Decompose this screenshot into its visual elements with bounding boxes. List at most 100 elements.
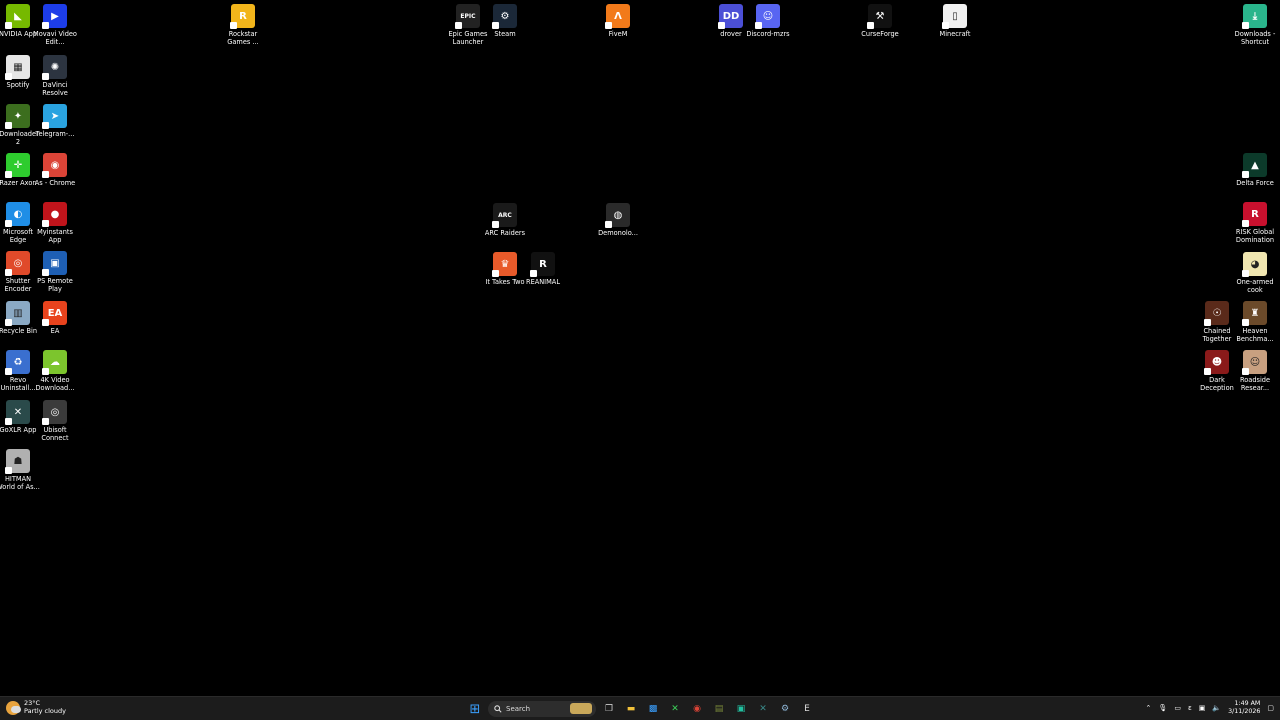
desktop-icon[interactable]: ✺ DaVinci Resolve — [35, 55, 75, 97]
desktop[interactable]: ◣ NVIDIA App ▶ Movavi Video Edit... ▦ Spotify… — [0, 0, 1280, 696]
steam-icon[interactable]: ⚙ — [776, 700, 794, 718]
shortcut-arrow-icon — [42, 319, 49, 326]
shortcut-arrow-icon — [1242, 319, 1249, 326]
desktop-icon[interactable]: ☺ Roadside Resear... — [1235, 350, 1275, 392]
task-view-icon[interactable]: ❐ — [600, 700, 618, 718]
weather-widget[interactable]: 23°C Partly cloudy — [6, 699, 66, 715]
desktop-icon[interactable]: ♜ Heaven Benchma... — [1235, 301, 1275, 343]
search-label: Search — [506, 705, 531, 713]
desktop-icon-label: Demonolo... — [598, 229, 638, 237]
desktop-icon[interactable]: ◎ Ubisoft Connect — [35, 400, 75, 442]
desktop-icon[interactable]: ⚒ CurseForge — [860, 4, 900, 39]
epic-icon[interactable]: E — [798, 700, 816, 718]
app-icon: ☗ — [5, 449, 30, 474]
app-icon: ARC — [492, 203, 517, 228]
weather-condition: Partly cloudy — [24, 706, 66, 715]
chevron-up-icon[interactable]: ⌃ — [1146, 704, 1152, 712]
desktop-icon-label: One-armed cook — [1236, 278, 1274, 294]
app-teal-icon[interactable]: ▣ — [732, 700, 750, 718]
shortcut-arrow-icon — [1242, 270, 1249, 277]
desktop-icon[interactable]: ◕ One-armed cook — [1235, 252, 1275, 294]
desktop-icon[interactable]: ➤ Telegram-... — [35, 104, 75, 139]
shortcut-arrow-icon — [42, 220, 49, 227]
app-icon: ◎ — [5, 251, 30, 276]
shortcut-arrow-icon — [5, 368, 12, 375]
desktop-icon-label: DaVinci Resolve — [42, 81, 68, 97]
desktop-icon[interactable]: ⚙ Steam — [485, 4, 525, 39]
desktop-icon[interactable]: ☗ HITMAN World of As... — [0, 449, 40, 491]
shortcut-arrow-icon — [42, 171, 49, 178]
search-box[interactable]: Search — [488, 701, 596, 717]
shortcut-arrow-icon — [230, 22, 237, 29]
shortcut-arrow-icon — [492, 270, 499, 277]
shortcut-arrow-icon — [5, 122, 12, 129]
shortcut-arrow-icon — [42, 418, 49, 425]
desktop-icon[interactable]: ▶ Movavi Video Edit... — [33, 4, 77, 46]
shortcut-arrow-icon — [492, 221, 499, 228]
desktop-icon[interactable]: ARC ARC Raiders — [485, 203, 525, 238]
app-icon: ▥ — [5, 301, 30, 326]
network-icon[interactable]: ▣ — [1199, 704, 1206, 712]
app-icon: ✦ — [5, 104, 30, 129]
desktop-icon[interactable]: EPIC Epic Games Launcher — [448, 4, 488, 46]
pinned-apps: ❐ ▬ ▩ ✕ ◉ ▤ ▣ ✕ ⚙ E — [600, 700, 816, 718]
desktop-icon-label: HITMAN World of As... — [0, 475, 40, 491]
battery-icon[interactable]: ▭ — [1174, 704, 1181, 712]
desktop-icon[interactable]: ▣ PS Remote Play — [35, 251, 75, 293]
desktop-icon[interactable]: EA EA — [35, 301, 75, 336]
app-icon: R — [230, 4, 255, 29]
app-icon: ⚙ — [492, 4, 517, 29]
desktop-icon[interactable]: R REANIMAL — [523, 252, 563, 287]
desktop-icon-label: Downloads - Shortcut — [1234, 30, 1276, 46]
desktop-icon[interactable]: ♛ It Takes Two — [485, 252, 525, 287]
shortcut-arrow-icon — [755, 22, 762, 29]
desktop-icon[interactable]: ☺ Discord-mzrs — [746, 4, 790, 39]
desktop-icon[interactable]: ◍ Demonolo... — [598, 203, 638, 238]
xbox-app-icon[interactable]: ✕ — [666, 700, 684, 718]
app-icon: ➤ — [42, 104, 67, 129]
chrome-icon[interactable]: ◉ — [688, 700, 706, 718]
app-icon: ⤓ — [1242, 4, 1267, 29]
notification-icon[interactable]: ▢ — [1267, 704, 1274, 712]
desktop-icon-label: As - Chrome — [34, 179, 76, 187]
app-icon: ☺ — [1242, 350, 1267, 375]
file-explorer-icon[interactable]: ▬ — [622, 700, 640, 718]
app-icon: R — [1242, 202, 1267, 227]
clock[interactable]: 1:49 AM 3/11/2026 — [1228, 700, 1260, 715]
app-icon: ✕ — [5, 400, 30, 425]
shortcut-arrow-icon — [455, 22, 462, 29]
desktop-icon[interactable]: ☁ 4K Video Download... — [35, 350, 75, 392]
app-icon: DD — [718, 4, 743, 29]
desktop-icon[interactable]: ◉ As - Chrome — [35, 153, 75, 188]
desktop-icon-label: Delta Force — [1236, 179, 1274, 187]
desktop-icon[interactable]: ● Myinstants App — [35, 202, 75, 244]
app-icon: ◣ — [5, 4, 30, 29]
shortcut-arrow-icon — [5, 171, 12, 178]
app-icon: ▶ — [42, 4, 67, 29]
desktop-icon[interactable]: ▯ Minecraft — [935, 4, 975, 39]
desktop-icon[interactable]: ☻ Dark Deception — [1197, 350, 1237, 392]
desktop-icon[interactable]: R RISK Global Domination — [1235, 202, 1275, 244]
shortcut-arrow-icon — [5, 73, 12, 80]
goxlr-icon[interactable]: ✕ — [754, 700, 772, 718]
app-icon: ◍ — [605, 203, 630, 228]
desktop-icon-label: Myinstants App — [37, 228, 73, 244]
desktop-icon[interactable]: ▲ Delta Force — [1235, 153, 1275, 188]
desktop-icon[interactable]: Λ FiveM — [598, 4, 638, 39]
desktop-icon[interactable]: ⤓ Downloads - Shortcut — [1235, 4, 1275, 46]
clock-time: 1:49 AM — [1234, 700, 1261, 707]
microphone-icon[interactable]: 🎙 — [1158, 704, 1167, 712]
start-button[interactable]: ⊞ — [466, 700, 484, 718]
desktop-icon[interactable]: ✦ JDownloader 2 — [0, 104, 39, 146]
microsoft-store-icon[interactable]: ▩ — [644, 700, 662, 718]
shortcut-arrow-icon — [5, 319, 12, 326]
desktop-icon-label: Ubisoft Connect — [41, 426, 69, 442]
volume-icon[interactable]: 🔈 — [1212, 704, 1221, 712]
shortcut-arrow-icon — [718, 22, 725, 29]
desktop-icon[interactable]: ☉ Chained Together — [1197, 301, 1237, 343]
language-icon[interactable]: ε — [1188, 704, 1192, 712]
shortcut-arrow-icon — [530, 270, 537, 277]
desktop-icon[interactable]: R Rockstar Games ... — [223, 4, 263, 46]
app-icon: ♛ — [492, 252, 517, 277]
app-green-icon[interactable]: ▤ — [710, 700, 728, 718]
